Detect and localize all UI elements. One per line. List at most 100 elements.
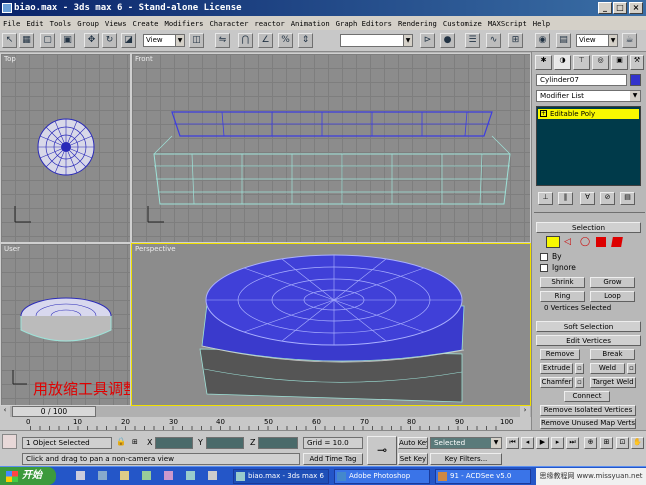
angle-snap-icon[interactable]: ∠ xyxy=(258,33,273,48)
edge-mode-icon[interactable]: ◁ xyxy=(564,237,571,247)
weld-button[interactable]: Weld xyxy=(590,363,625,374)
rotate-icon[interactable]: ↻ xyxy=(102,33,117,48)
zoom-all-icon[interactable]: ⊞ xyxy=(600,437,613,449)
hierarchy-tab-icon[interactable]: ⊤ xyxy=(573,55,590,70)
named-selection-dropdown[interactable]: ▼ xyxy=(340,34,413,47)
viewport-top[interactable]: Top xyxy=(0,53,131,243)
menu-file[interactable]: File xyxy=(3,19,20,28)
object-color-swatch[interactable] xyxy=(630,74,641,86)
absolute-mode-icon[interactable]: ⊞ xyxy=(132,438,138,446)
remove-button[interactable]: Remove xyxy=(540,349,580,360)
key-mode-dropdown[interactable]: Selected ▼ xyxy=(430,437,502,449)
track-bar[interactable]: 0 10 20 30 40 50 60 70 80 90 100 xyxy=(0,417,531,430)
utilities-tab-icon[interactable]: ⚒ xyxy=(630,55,644,70)
soft-selection-rollout-header[interactable]: Soft Selection xyxy=(536,321,641,332)
task-acdsee[interactable]: 91 - ACDSee v5.0 xyxy=(435,469,531,484)
previous-frame-icon[interactable]: ◂ xyxy=(521,437,534,449)
slider-left-arrow-icon[interactable]: ‹ xyxy=(0,406,10,417)
slider-right-arrow-icon[interactable]: › xyxy=(520,406,530,417)
menu-modifiers[interactable]: Modifiers xyxy=(165,19,204,28)
material-sphere-icon[interactable]: ● xyxy=(440,33,455,48)
show-end-result-icon[interactable]: ‖ xyxy=(558,192,573,205)
zoom-extents-icon[interactable]: ⊡ xyxy=(616,437,629,449)
make-unique-icon[interactable]: ∀ xyxy=(580,192,595,205)
viewport-front[interactable]: Front xyxy=(131,53,531,243)
polygon-mode-icon[interactable] xyxy=(596,237,606,247)
next-frame-icon[interactable]: ▸ xyxy=(551,437,564,449)
close-button[interactable]: × xyxy=(629,2,643,14)
play-icon[interactable]: ▶ xyxy=(536,437,549,449)
ring-button[interactable]: Ring xyxy=(540,291,585,302)
x-coord-field[interactable] xyxy=(155,437,193,449)
select-object-icon[interactable]: ▢ xyxy=(40,33,55,48)
display-tab-icon[interactable]: ▣ xyxy=(611,55,628,70)
vertex-mode-icon[interactable] xyxy=(546,236,560,248)
pan-icon[interactable]: ✋ xyxy=(631,437,644,449)
menu-reactor[interactable]: reactor xyxy=(254,19,284,28)
menu-help[interactable]: Help xyxy=(533,19,550,28)
quick-render-icon[interactable]: ☕ xyxy=(622,33,637,48)
quicklaunch-icon[interactable] xyxy=(164,471,173,480)
menu-graph-editors[interactable]: Graph Editors xyxy=(336,19,392,28)
z-coord-field[interactable] xyxy=(258,437,298,449)
key-filters-button[interactable]: Key Filters... xyxy=(430,453,502,465)
menu-animation[interactable]: Animation xyxy=(291,19,330,28)
reference-coordinate-dropdown[interactable]: View ▼ xyxy=(143,34,185,47)
menu-edit[interactable]: Edit xyxy=(26,19,43,28)
maximize-button[interactable]: □ xyxy=(613,2,627,14)
set-key-icon[interactable]: ⊸ xyxy=(367,436,397,465)
pivot-icon[interactable]: ◫ xyxy=(189,33,204,48)
view-dropdown[interactable]: View ▼ xyxy=(576,34,618,47)
chamfer-button[interactable]: Chamfer xyxy=(540,377,573,388)
chamfer-settings-icon[interactable]: ▫ xyxy=(575,377,584,388)
menu-character[interactable]: Character xyxy=(209,19,248,28)
edit-vertices-rollout-header[interactable]: Edit Vertices xyxy=(536,335,641,346)
time-slider[interactable]: ‹ 0 / 100 › xyxy=(0,406,531,417)
percent-snap-icon[interactable]: % xyxy=(278,33,293,48)
stack-item-editable-poly[interactable]: + Editable Poly xyxy=(538,109,639,119)
move-icon[interactable]: ✥ xyxy=(84,33,99,48)
mirror-icon[interactable]: ⇋ xyxy=(215,33,230,48)
quicklaunch-icon[interactable] xyxy=(120,471,129,480)
modify-tab-icon[interactable]: ◑ xyxy=(554,55,571,70)
add-time-tag-button[interactable]: Add Time Tag xyxy=(303,453,363,465)
spinner-snap-icon[interactable]: ⇕ xyxy=(298,33,313,48)
extrude-settings-icon[interactable]: ▫ xyxy=(575,363,584,374)
quicklaunch-icon[interactable] xyxy=(142,471,151,480)
target-weld-button[interactable]: Target Weld xyxy=(590,377,636,388)
mirror-tool-icon[interactable]: ⊳ xyxy=(420,33,435,48)
quicklaunch-icon[interactable] xyxy=(186,471,195,480)
scale-icon[interactable]: ◪ xyxy=(121,33,136,48)
menu-maxscript[interactable]: MAXScript xyxy=(488,19,527,28)
weld-settings-icon[interactable]: ▫ xyxy=(627,363,636,374)
material-editor-icon[interactable]: ◉ xyxy=(535,33,550,48)
remove-unused-map-verts-button[interactable]: Remove Unused Map Verts xyxy=(540,418,636,429)
select-region-icon[interactable]: ▦ xyxy=(19,33,34,48)
object-name-field[interactable]: Cylinder07 xyxy=(536,74,627,86)
selection-rollout-header[interactable]: Selection xyxy=(536,222,641,233)
pin-stack-icon[interactable]: ⊥ xyxy=(538,192,553,205)
viewport-user[interactable]: User 用放缩工具调整点 xyxy=(0,243,131,406)
border-mode-icon[interactable]: ◯ xyxy=(580,237,590,247)
menu-rendering[interactable]: Rendering xyxy=(398,19,437,28)
menu-group[interactable]: Group xyxy=(77,19,99,28)
lock-icon[interactable]: 🔒 xyxy=(116,437,126,446)
menu-views[interactable]: Views xyxy=(105,19,127,28)
layers-icon[interactable]: ☰ xyxy=(465,33,480,48)
curve-editor-icon[interactable]: ∿ xyxy=(486,33,501,48)
menu-create[interactable]: Create xyxy=(133,19,159,28)
render-scene-icon[interactable]: ▤ xyxy=(556,33,571,48)
break-button[interactable]: Break xyxy=(590,349,635,360)
quicklaunch-icon[interactable] xyxy=(208,471,217,480)
select-by-name-icon[interactable]: ▣ xyxy=(60,33,75,48)
y-coord-field[interactable] xyxy=(206,437,244,449)
auto-key-button[interactable]: Auto Key xyxy=(398,437,428,449)
quicklaunch-icon[interactable] xyxy=(76,471,85,480)
motion-tab-icon[interactable]: ◎ xyxy=(592,55,609,70)
loop-button[interactable]: Loop xyxy=(590,291,635,302)
shrink-button[interactable]: Shrink xyxy=(540,277,585,288)
quicklaunch-icon[interactable] xyxy=(98,471,107,480)
schematic-icon[interactable]: ⊞ xyxy=(508,33,523,48)
viewport-perspective[interactable]: Perspective xyxy=(131,243,531,406)
remove-isolated-vertices-button[interactable]: Remove Isolated Vertices xyxy=(540,405,636,416)
